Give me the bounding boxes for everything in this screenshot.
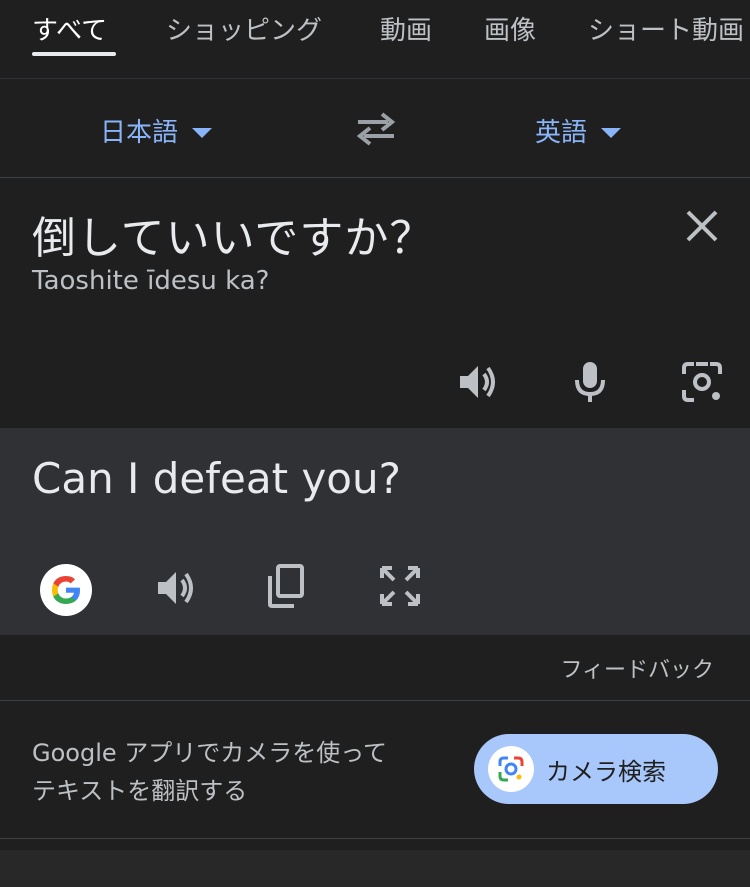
camera-search-label: カメラ検索 bbox=[546, 757, 666, 786]
bottom-strip bbox=[0, 850, 750, 887]
source-input-panel[interactable]: 倒していいですか？ Taoshite īdesu ka? bbox=[0, 178, 750, 428]
tab-shopping[interactable]: ショッピング bbox=[166, 10, 322, 47]
fullscreen-icon[interactable] bbox=[376, 562, 424, 610]
translation-output-panel: Can I defeat you? bbox=[0, 428, 750, 635]
target-language-dropdown[interactable]: 英語 bbox=[535, 112, 622, 149]
camera-promo: Google アプリでカメラを使って テキストを翻訳する カメラ検索 bbox=[0, 702, 750, 838]
tab-all[interactable]: すべて bbox=[32, 10, 107, 47]
divider bbox=[0, 700, 750, 701]
speaker-icon[interactable] bbox=[152, 564, 200, 612]
promo-text: Google アプリでカメラを使って テキストを翻訳する bbox=[32, 734, 462, 810]
active-tab-indicator bbox=[32, 52, 116, 56]
source-language-dropdown[interactable]: 日本語 bbox=[100, 112, 213, 149]
promo-line-1: Google アプリでカメラを使って bbox=[32, 739, 388, 767]
tab-short-videos[interactable]: ショート動画 bbox=[588, 10, 744, 47]
camera-lens-icon[interactable] bbox=[678, 358, 726, 406]
camera-search-button[interactable]: カメラ検索 bbox=[474, 734, 718, 804]
swap-languages-icon[interactable] bbox=[354, 110, 398, 146]
source-text[interactable]: 倒していいですか？ bbox=[32, 202, 434, 266]
tab-videos[interactable]: 動画 bbox=[380, 10, 432, 47]
source-language-label: 日本語 bbox=[100, 118, 179, 148]
close-icon[interactable] bbox=[684, 208, 720, 244]
feedback-link[interactable]: フィードバック bbox=[560, 652, 714, 684]
divider bbox=[0, 838, 750, 839]
microphone-icon[interactable] bbox=[566, 358, 614, 406]
speaker-icon[interactable] bbox=[454, 358, 502, 406]
google-lens-icon bbox=[488, 746, 534, 792]
language-selector: 日本語 英語 bbox=[0, 80, 750, 178]
search-tabs: すべて ショッピング 動画 画像 ショート動画 bbox=[0, 0, 750, 79]
promo-line-2: テキストを翻訳する bbox=[32, 777, 248, 805]
translated-text: Can I defeat you? bbox=[32, 454, 401, 503]
google-logo-icon[interactable] bbox=[40, 564, 92, 616]
transliteration-text: Taoshite īdesu ka? bbox=[32, 266, 270, 296]
copy-icon[interactable] bbox=[262, 562, 310, 610]
tab-images[interactable]: 画像 bbox=[484, 10, 536, 47]
chevron-down-icon bbox=[601, 127, 622, 138]
target-language-label: 英語 bbox=[535, 118, 588, 148]
chevron-down-icon bbox=[192, 127, 213, 138]
